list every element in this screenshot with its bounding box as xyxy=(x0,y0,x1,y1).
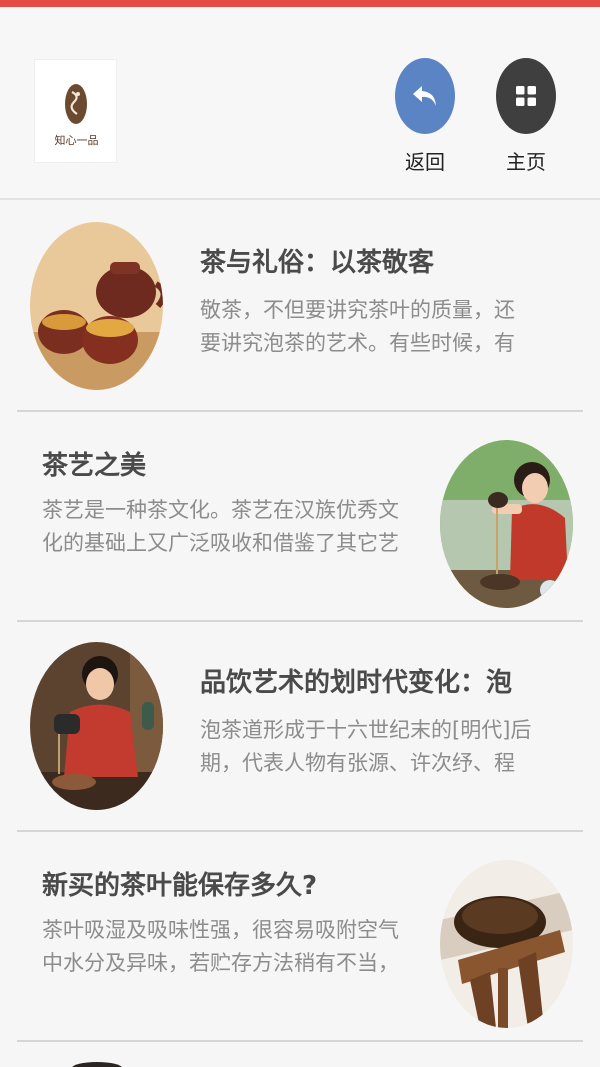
article-thumbnail xyxy=(30,222,163,390)
article-thumbnail xyxy=(440,440,573,608)
home-label: 主页 xyxy=(506,150,546,174)
article-thumbnail xyxy=(72,1062,122,1067)
article-title: 新买的茶叶能保存多久? xyxy=(42,871,318,901)
article-description: 泡茶道形成于十六世纪末的[明代]后期，代表人物有张源、许次纾、程 xyxy=(200,718,532,775)
article-description: 敬茶，不但要讲究茶叶的质量，还要讲究泡茶的艺术。有些时候，有 xyxy=(200,298,515,355)
article-title: 茶与礼俗：以茶敬客 xyxy=(200,248,435,278)
list-item[interactable]: 茶艺之美 茶艺是一种茶文化。茶艺在汉族优秀文化的基础上又广泛吸收和借鉴了其它艺 xyxy=(0,412,600,622)
list-item[interactable]: 新买的茶叶能保存多久? 茶叶吸湿及吸味性强，很容易吸附空气中水分及异味，若贮存方… xyxy=(0,832,600,1042)
article-description: 茶叶吸湿及吸味性强，很容易吸附空气中水分及异味，若贮存方法稍有不当， xyxy=(42,918,399,975)
article-description: 茶艺是一种茶文化。茶艺在汉族优秀文化的基础上又广泛吸收和借鉴了其它艺 xyxy=(42,498,399,555)
back-label: 返回 xyxy=(405,150,445,174)
article-thumbnail xyxy=(440,860,573,1028)
back-icon xyxy=(395,58,455,134)
app-logo[interactable]: 知心一品 xyxy=(34,59,117,163)
home-button[interactable]: 主页 xyxy=(491,58,561,188)
article-title: 茶艺之美 xyxy=(42,451,147,481)
back-button[interactable]: 返回 xyxy=(390,58,460,188)
list-item[interactable]: 茶与礼俗：以茶敬客 敬茶，不但要讲究茶叶的质量，还要讲究泡茶的艺术。有些时候，有 xyxy=(0,202,600,412)
article-thumbnail xyxy=(30,642,163,810)
list-item[interactable]: 品饮艺术的划时代变化：泡 泡茶道形成于十六世纪末的[明代]后期，代表人物有张源、… xyxy=(0,622,600,832)
header: 知心一品 返回 主页 xyxy=(0,7,600,200)
logo-icon xyxy=(65,84,87,124)
top-accent-bar xyxy=(0,0,600,7)
divider xyxy=(17,1040,583,1042)
grid-icon xyxy=(496,58,556,134)
logo-text: 知心一品 xyxy=(54,134,99,147)
article-title: 品饮艺术的划时代变化：泡 xyxy=(200,668,513,698)
